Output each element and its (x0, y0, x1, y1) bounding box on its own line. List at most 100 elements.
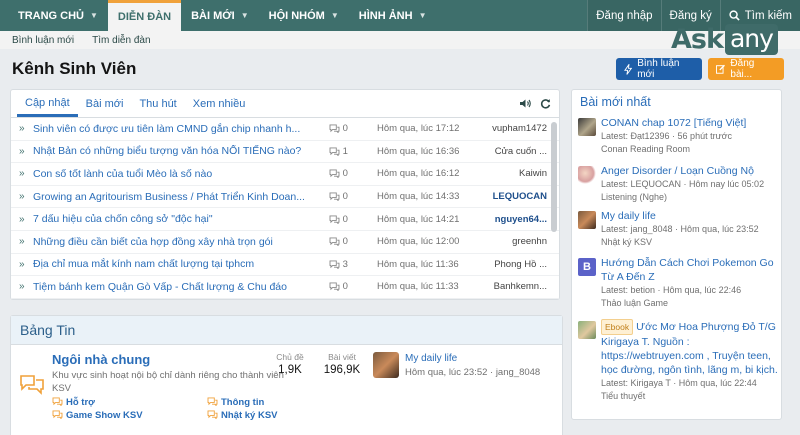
nav-tab-media[interactable]: HÌNH ẢNH ▼ (349, 0, 437, 31)
post-forum[interactable]: Listening (Nghe) (601, 191, 779, 204)
subforum-link[interactable]: Hỗ trợ (52, 397, 95, 408)
nav-tab-label: BÀI MỚI (191, 9, 235, 22)
thread-title[interactable]: Những điều cần biết của hợp đồng xây nhà… (29, 236, 315, 248)
forum-description: Khu vực sinh hoạt nội bộ chỉ dành riêng … (52, 370, 284, 394)
thread-title[interactable]: Địa chỉ mua mắt kính nam chất lượng tại … (29, 258, 315, 270)
double-chevron-icon: » (19, 258, 25, 270)
login-button[interactable]: Đăng nhập (587, 0, 661, 31)
nav-tab-forums[interactable]: DIỄN ĐÀN (107, 0, 182, 31)
post-meta: Latest: LEQUOCAN · Hôm nay lúc 05:02 (601, 179, 765, 189)
post-title[interactable]: My daily life (601, 210, 656, 222)
thread-title[interactable]: Growing an Agritourism Business / Phát T… (29, 191, 315, 203)
thread-user[interactable]: Banhkemn... (487, 281, 547, 292)
reply-count: 0 (315, 214, 377, 225)
reply-count: 0 (315, 236, 377, 247)
nav-tab-new-posts[interactable]: BÀI MỚI ▼ (181, 0, 259, 31)
thread-title[interactable]: 7 dấu hiệu của chốn công sở "độc hại" (29, 213, 315, 225)
post-forum[interactable]: Conan Reading Room (601, 143, 779, 156)
subforum-link[interactable]: Nhật ký KSV (207, 410, 278, 421)
nav-tab-groups[interactable]: HỘI NHÓM ▼ (259, 0, 349, 31)
sidebar-heading[interactable]: Bài mới nhất (572, 90, 781, 114)
thread-row[interactable]: » Địa chỉ mua mắt kính nam chất lượng tạ… (11, 254, 559, 277)
thread-row[interactable]: » Growing an Agritourism Business / Phát… (11, 186, 559, 209)
double-chevron-icon: » (19, 168, 25, 180)
refresh-icon[interactable] (540, 98, 551, 109)
subforum-label: Nhật ký KSV (221, 410, 278, 421)
last-post-title[interactable]: My daily life (405, 353, 457, 364)
thread-row[interactable]: » 7 dấu hiệu của chốn công sở "độc hại" … (11, 208, 559, 231)
chevron-down-icon[interactable]: ▼ (90, 11, 98, 20)
post-title[interactable]: CONAN chap 1072 [Tiếng Việt] (601, 117, 746, 129)
tab-trending[interactable]: Thu hút (131, 98, 184, 117)
post-title[interactable]: Anger Disorder / Loạn Cuồng Nộ (601, 165, 754, 177)
thread-row[interactable]: » Con số tốt lành của tuổi Mèo là số nào… (11, 163, 559, 186)
tab-updates[interactable]: Cập nhật (17, 97, 78, 117)
avatar[interactable] (373, 352, 399, 378)
comments-icon (329, 215, 340, 224)
thread-user[interactable]: vupham1472 (487, 123, 547, 134)
thread-user[interactable]: greenhn (487, 236, 547, 247)
thread-row[interactable]: » Những điều cần biết của hợp đồng xây n… (11, 231, 559, 254)
thread-title[interactable]: Con số tốt lành của tuổi Mèo là số nào (29, 168, 315, 180)
thread-user[interactable]: Cửa cuốn ... (487, 146, 547, 157)
chevron-down-icon[interactable]: ▼ (419, 11, 427, 20)
thread-row[interactable]: » Sinh viên có được ưu tiên làm CMND gắn… (11, 118, 559, 141)
new-comments-button[interactable]: Bình luận mới (616, 58, 702, 80)
double-chevron-icon: » (19, 123, 25, 135)
post-forum[interactable]: Nhật ký KSV (601, 236, 779, 249)
reply-count-value: 0 (342, 191, 348, 203)
avatar[interactable] (578, 321, 596, 339)
comments-icon (329, 260, 340, 269)
thread-user[interactable]: LEQUOCAN (487, 191, 547, 202)
thread-title[interactable]: Tiệm bánh kem Quận Gò Vấp - Chất lượng &… (29, 281, 315, 293)
thread-time: Hôm qua, lúc 14:21 (377, 213, 460, 225)
forum-title[interactable]: Ngôi nhà chung (52, 352, 150, 367)
avatar[interactable] (578, 166, 596, 184)
chevron-down-icon[interactable]: ▼ (331, 11, 339, 20)
board-heading[interactable]: Bảng Tin (11, 316, 562, 345)
subforum-link[interactable]: Thông tin (207, 397, 264, 408)
thread-time: Hôm qua, lúc 17:12 (377, 123, 460, 135)
thread-time: Hôm qua, lúc 16:12 (377, 168, 460, 180)
edit-icon (716, 64, 725, 74)
site-logo[interactable]: Ask any (671, 24, 778, 55)
thread-time: Hôm qua, lúc 16:36 (377, 145, 460, 157)
double-chevron-icon: » (19, 213, 25, 225)
avatar[interactable]: B (578, 258, 596, 276)
post-forum[interactable]: Thảo luận Game (601, 297, 779, 310)
thread-title[interactable]: Nhật Bản có những biểu tượng văn hóa NỔI… (29, 145, 315, 157)
tab-most-viewed[interactable]: Xem nhiều (185, 98, 254, 117)
thread-row[interactable]: » Tiệm bánh kem Quận Gò Vấp - Chất lượng… (11, 276, 559, 299)
thread-row[interactable]: » Nhật Bản có những biểu tượng văn hóa N… (11, 141, 559, 164)
avatar[interactable] (578, 211, 596, 229)
tab-new-posts[interactable]: Bài mới (78, 98, 132, 117)
comments-icon (207, 397, 218, 406)
last-post-meta: Hôm qua, lúc 23:52 · jang_8048 (405, 367, 541, 378)
post-forum[interactable]: Tiểu thuyết (601, 390, 779, 403)
subnav-find-forums[interactable]: Tìm diễn đàn (92, 35, 150, 46)
thread-time: Hôm qua, lúc 11:36 (377, 258, 459, 270)
thread-title[interactable]: Sinh viên có được ưu tiên làm CMND gắn c… (29, 123, 315, 135)
reply-count-value: 0 (342, 123, 348, 135)
subnav-new-comments[interactable]: Bình luận mới (12, 35, 74, 46)
nav-tab-label: TRANG CHỦ (18, 9, 84, 22)
forum-chat-icon (20, 375, 44, 395)
post-thread-label: Đăng bài... (730, 58, 755, 80)
thread-user[interactable]: nguyen64... (487, 214, 547, 225)
post-thread-button[interactable]: Đăng bài... (708, 58, 784, 80)
comments-icon (207, 410, 218, 419)
chevron-down-icon[interactable]: ▼ (241, 11, 249, 20)
comments-icon (52, 397, 63, 406)
avatar[interactable] (578, 118, 596, 136)
reply-count: 0 (315, 281, 377, 292)
thread-user[interactable]: Kaiwin (487, 168, 547, 179)
post-title[interactable]: Hướng Dẫn Cách Chơi Pokemon Go Từ A Đến … (601, 257, 774, 283)
thread-time: Hôm qua, lúc 14:33 (377, 191, 460, 203)
post-meta: Latest: Đạt12396 · 56 phút trước (601, 131, 733, 141)
subforum-link[interactable]: Game Show KSV (52, 410, 143, 421)
volume-icon[interactable] (519, 98, 532, 109)
scrollbar-thumb[interactable] (551, 122, 557, 232)
nav-tab-home[interactable]: TRANG CHỦ ▼ (8, 0, 108, 31)
list-item-body: My daily life Latest: jang_8048 · Hôm qu… (601, 209, 779, 249)
thread-user[interactable]: Phong Hồ ... (487, 259, 547, 270)
